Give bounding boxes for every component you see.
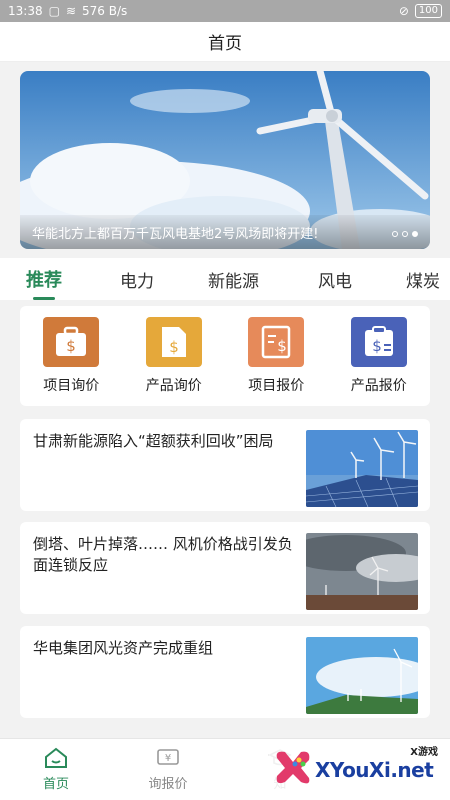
document-dollar-icon: $ bbox=[145, 317, 202, 367]
battery-icon: 100 bbox=[414, 4, 442, 18]
nav-label: 首页 bbox=[42, 777, 69, 792]
quick-label: 产品询价 bbox=[145, 378, 202, 394]
briefcase-dollar-icon: $ bbox=[43, 317, 100, 367]
no-sim-icon: ⊘ bbox=[398, 4, 409, 18]
nav-home[interactable]: 首页 bbox=[0, 739, 112, 800]
clipboard-dollar-icon: $ bbox=[350, 317, 407, 367]
watermark-text: XYouXi.net bbox=[315, 758, 434, 782]
list-dollar-icon: $ bbox=[248, 317, 305, 367]
quote-icon: ¥ bbox=[157, 749, 179, 765]
watermark-small-text: X游戏 bbox=[410, 747, 438, 758]
tab-power[interactable]: 电力 bbox=[120, 267, 154, 292]
product-inquiry-button[interactable]: $ 产品询价 bbox=[124, 317, 224, 395]
carousel-indicator bbox=[392, 231, 418, 237]
watermark-logo: X游戏 XYouXi.net bbox=[269, 740, 444, 792]
app-notification-icon: ▢ bbox=[48, 4, 60, 18]
carousel-dot bbox=[392, 231, 398, 237]
network-speed: 576 B/s bbox=[82, 4, 128, 18]
quick-label: 产品报价 bbox=[350, 378, 407, 394]
nav-quotes[interactable]: ¥ 询报价 bbox=[112, 739, 224, 800]
project-inquiry-button[interactable]: $ 项目询价 bbox=[21, 317, 121, 395]
news-card[interactable]: 甘肃新能源陷入“超额获利回收”困局 bbox=[20, 419, 430, 511]
news-thumbnail bbox=[306, 637, 418, 714]
category-tabs: 推荐 电力 新能源 风电 煤炭 bbox=[0, 258, 450, 300]
page-title: 首页 bbox=[0, 22, 450, 62]
news-thumbnail bbox=[306, 430, 418, 507]
svg-text:$: $ bbox=[277, 337, 287, 355]
svg-text:$: $ bbox=[66, 337, 76, 355]
carousel-dot-active bbox=[412, 231, 418, 237]
nav-label: 询报价 bbox=[148, 777, 188, 792]
news-title: 甘肃新能源陷入“超额获利回收”困局 bbox=[33, 432, 274, 450]
svg-text:¥: ¥ bbox=[165, 753, 171, 764]
news-title: 华电集团风光资产完成重组 bbox=[33, 639, 214, 657]
project-quote-button[interactable]: $ 项目报价 bbox=[226, 317, 326, 395]
game-logo-icon bbox=[276, 751, 310, 784]
product-quote-button[interactable]: $ 产品报价 bbox=[329, 317, 429, 395]
news-card[interactable]: 华电集团风光资产完成重组 bbox=[20, 626, 430, 718]
quick-label: 项目报价 bbox=[248, 378, 305, 394]
carousel-dot bbox=[402, 231, 408, 237]
banner-caption: 华能北方上都百万千瓦风电基地2号风场即将开建! bbox=[20, 215, 430, 249]
svg-text:$: $ bbox=[169, 338, 179, 356]
tab-recommend[interactable]: 推荐 bbox=[26, 266, 62, 292]
tab-wind-power[interactable]: 风电 bbox=[318, 267, 352, 292]
quick-actions: $ 项目询价 $ 产品询价 $ 项目报价 $ 产品报价 bbox=[20, 306, 430, 406]
news-title: 倒塔、叶片掉落…… 风机价格战引发负面连锁反应 bbox=[33, 535, 293, 574]
quick-label: 项目询价 bbox=[43, 378, 100, 394]
tab-new-energy[interactable]: 新能源 bbox=[208, 267, 259, 292]
home-icon bbox=[45, 747, 67, 768]
news-card[interactable]: 倒塔、叶片掉落…… 风机价格战引发负面连锁反应 bbox=[20, 522, 430, 614]
banner-carousel[interactable]: 华能北方上都百万千瓦风电基地2号风场即将开建! bbox=[20, 71, 430, 249]
status-bar: 13:38 ▢ ≋ 576 B/s ⊘ 100 bbox=[0, 0, 450, 22]
tab-coal[interactable]: 煤炭 bbox=[406, 267, 440, 292]
status-time: 13:38 bbox=[8, 4, 43, 18]
svg-text:$: $ bbox=[372, 337, 382, 355]
news-thumbnail bbox=[306, 533, 418, 610]
wifi-icon: ≋ bbox=[65, 4, 76, 18]
